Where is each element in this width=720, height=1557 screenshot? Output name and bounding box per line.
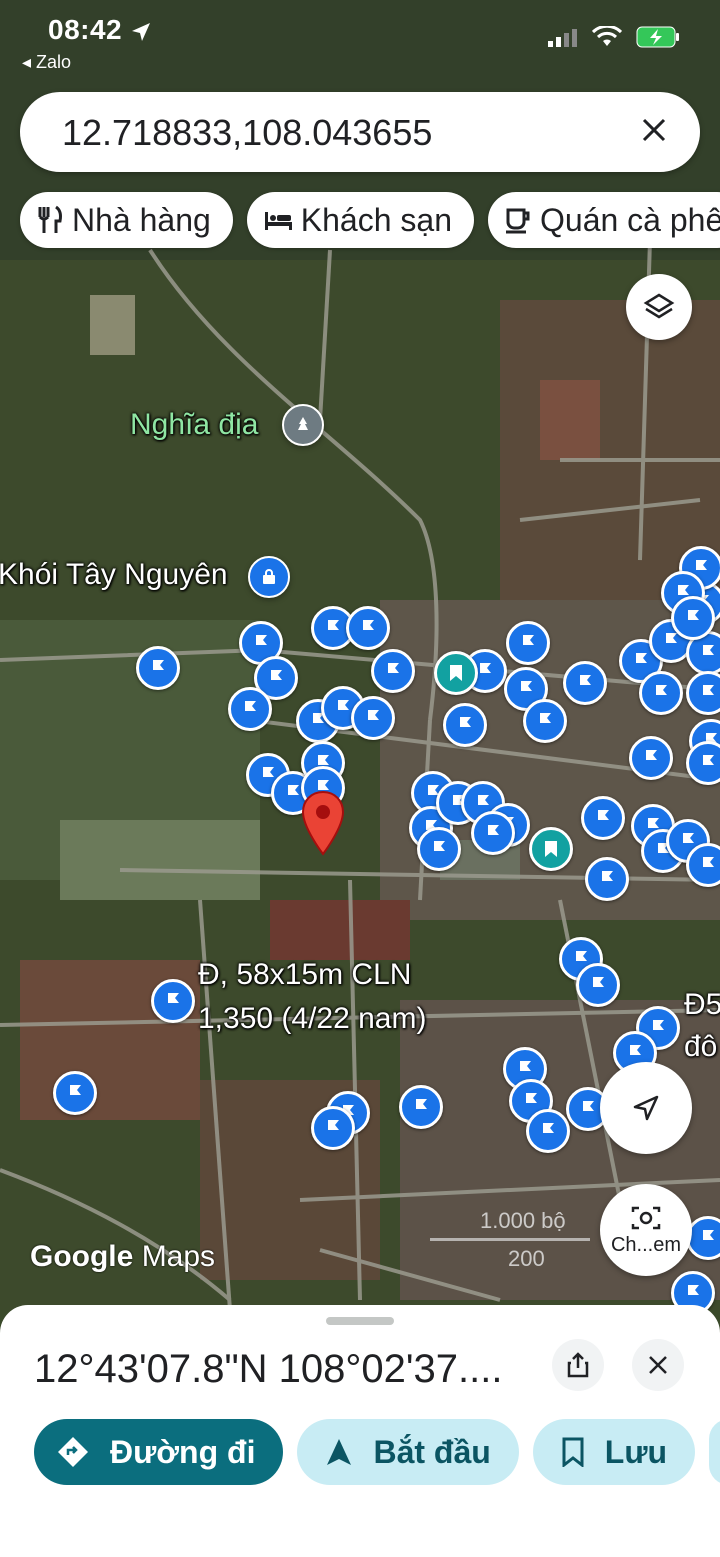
wifi-icon	[592, 26, 622, 46]
more-actions-button[interactable]	[709, 1419, 720, 1485]
location-marker-icon[interactable]	[300, 790, 346, 856]
flag-pin-icon[interactable]	[506, 621, 550, 665]
action-buttons: Đường đi Bắt đầu Lưu	[34, 1419, 720, 1485]
my-location-button[interactable]	[600, 1062, 692, 1154]
cemetery-label[interactable]: Nghĩa địa	[130, 408, 258, 442]
close-sheet-button[interactable]	[632, 1339, 684, 1391]
flag-pin-icon[interactable]	[523, 699, 567, 743]
flag-pin-icon[interactable]	[471, 811, 515, 855]
flag-pin-icon[interactable]	[371, 649, 415, 693]
directions-button[interactable]: Đường đi	[34, 1419, 284, 1485]
flag-pin-icon[interactable]	[629, 736, 673, 780]
location-arrow-icon	[132, 22, 151, 41]
edge-label-line2[interactable]: đô	[684, 1030, 717, 1064]
flag-pin-icon[interactable]	[639, 671, 683, 715]
flag-pin-icon[interactable]	[228, 687, 272, 731]
hotel-icon	[263, 208, 293, 232]
flag-pin-icon[interactable]	[585, 857, 629, 901]
flag-pin-icon[interactable]	[526, 1109, 570, 1153]
navigation-arrow-icon	[633, 1095, 659, 1121]
flag-pin-icon[interactable]	[136, 646, 180, 690]
directions-icon	[56, 1435, 90, 1469]
signal-icon	[548, 29, 577, 47]
search-bar[interactable]: 12.718833,108.043655	[20, 92, 700, 172]
flag-pin-icon[interactable]	[399, 1085, 443, 1129]
status-time: 08:42	[48, 14, 152, 46]
listing-label-line2[interactable]: 1,350 (4/22 nam)	[198, 1002, 426, 1036]
cafe-icon	[504, 206, 532, 234]
status-bar: 08:42 ◂ Zalo	[0, 0, 720, 80]
back-to-app[interactable]: ◂ Zalo	[22, 52, 71, 73]
store-label[interactable]: Khói Tây Nguyên	[0, 558, 228, 592]
battery-charging-icon	[636, 26, 679, 48]
chip-restaurants[interactable]: Nhà hàng	[20, 192, 233, 248]
listing-label-line1[interactable]: Đ, 58x15m CLN	[198, 958, 411, 992]
restaurant-icon	[36, 205, 64, 235]
screenshot-search-label: Ch...em	[610, 1233, 682, 1256]
bookmark-pin-icon[interactable]	[434, 651, 478, 695]
scale-bar	[430, 1238, 590, 1241]
start-button[interactable]: Bắt đầu	[297, 1419, 519, 1485]
layers-button[interactable]	[626, 274, 692, 340]
flag-pin-icon[interactable]	[576, 963, 620, 1007]
share-button[interactable]	[552, 1339, 604, 1391]
chip-hotels[interactable]: Khách sạn	[246, 192, 474, 248]
place-sheet[interactable]: 12°43'07.8"N 108°02'37.... Đường đi Bắt …	[0, 1305, 720, 1557]
bookmark-pin-icon[interactable]	[529, 827, 573, 871]
chip-cafes[interactable]: Quán cà phê	[488, 192, 720, 248]
flag-pin-icon[interactable]	[53, 1071, 97, 1115]
flag-pin-icon[interactable]	[671, 596, 715, 640]
flag-pin-icon[interactable]	[417, 827, 461, 871]
coordinates-title: 12°43'07.8"N 108°02'37....	[34, 1347, 503, 1391]
share-icon	[567, 1352, 589, 1378]
flag-pin-icon[interactable]	[351, 696, 395, 740]
flag-pin-icon[interactable]	[581, 796, 625, 840]
clear-search-button[interactable]	[632, 108, 676, 152]
layers-icon	[643, 293, 675, 319]
flag-pin-icon[interactable]	[443, 703, 487, 747]
scale-top: 1.000 bộ	[480, 1208, 566, 1233]
flag-pin-icon[interactable]	[311, 1106, 355, 1150]
status-icons	[548, 26, 680, 48]
shopping-bag-icon[interactable]	[248, 556, 290, 598]
scale-bottom: 200	[508, 1246, 545, 1271]
google-maps-logo: Google Maps	[30, 1240, 216, 1273]
sheet-handle[interactable]	[326, 1317, 394, 1325]
cemetery-icon[interactable]	[282, 404, 324, 446]
edge-label-line1[interactable]: Đ5	[684, 988, 720, 1022]
close-icon	[649, 1356, 667, 1374]
flag-pin-icon[interactable]	[563, 661, 607, 705]
category-chips: Nhà hàng Khách sạn Quán cà phê	[20, 192, 720, 248]
bookmark-icon	[561, 1437, 585, 1467]
search-query[interactable]: 12.718833,108.043655	[62, 112, 432, 154]
screenshot-search-button[interactable]: Ch...em	[600, 1184, 692, 1276]
close-icon	[642, 118, 666, 142]
flag-pin-icon[interactable]	[151, 979, 195, 1023]
navigation-icon	[325, 1437, 353, 1467]
camera-icon	[631, 1206, 661, 1229]
flag-pin-icon[interactable]	[346, 606, 390, 650]
save-button[interactable]: Lưu	[532, 1419, 696, 1485]
